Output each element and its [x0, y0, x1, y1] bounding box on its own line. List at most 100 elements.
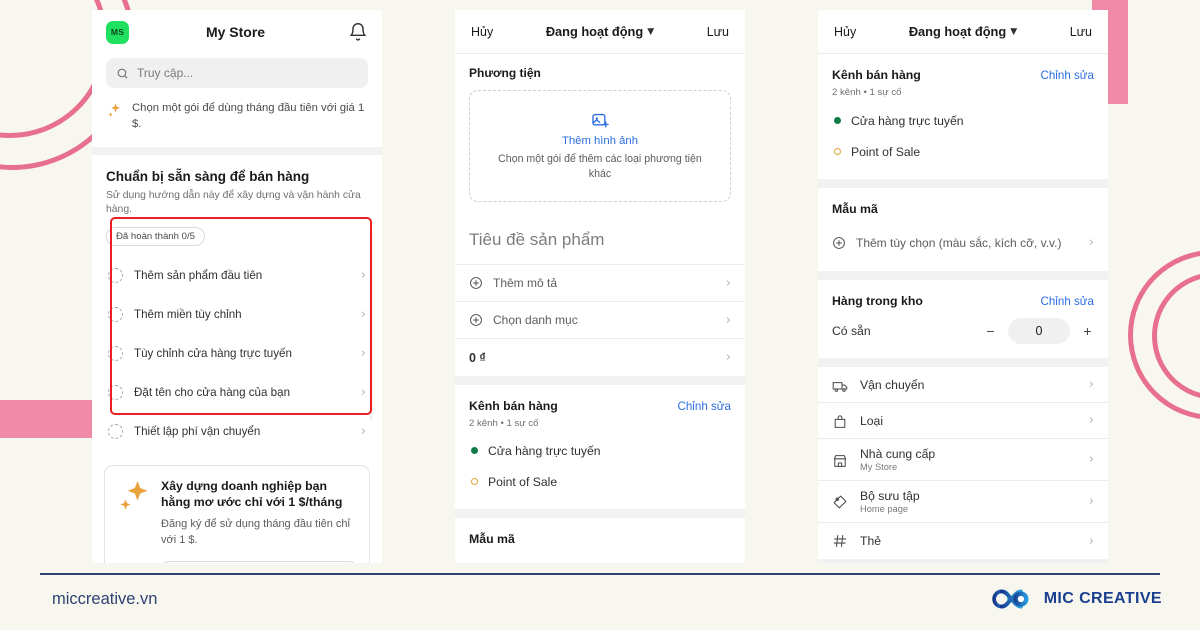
setup-task-label: Đặt tên cho cửa hàng của bạn: [134, 385, 291, 399]
inventory-edit-link[interactable]: Chỉnh sửa: [1040, 295, 1094, 308]
channel-status-dot: [834, 117, 841, 124]
variants-heading: Mẫu mã: [469, 532, 515, 546]
organization-row[interactable]: Vận chuyển ›: [818, 367, 1108, 403]
sales-channel-label: Cửa hàng trực tuyến: [488, 443, 601, 458]
store-search-wrap: Truy cập...: [92, 54, 382, 98]
store-home-panel: MS My Store Truy cập... Chọn một gói để …: [92, 10, 382, 563]
inventory-header: Hàng trong kho Chỉnh sửa: [818, 280, 1108, 310]
setup-task-item[interactable]: Tùy chỉnh cửa hàng trực tuyến ›: [92, 334, 382, 373]
task-incomplete-icon: [108, 345, 123, 361]
save-button[interactable]: Lưu: [707, 25, 729, 39]
add-option-row-c[interactable]: Thêm tùy chọn (màu sắc, kích cỡ, v.v.) ›: [818, 224, 1108, 261]
quantity-value[interactable]: 0: [1008, 318, 1070, 344]
chevron-right-icon: ›: [1088, 452, 1094, 467]
product-status-dropdown[interactable]: Đang hoạt động ▼: [493, 24, 706, 39]
store-title: My Store: [205, 24, 266, 40]
bell-icon[interactable]: [348, 22, 368, 42]
organization-row[interactable]: Nhà cung cấp My Store ›: [818, 439, 1108, 481]
chevron-right-icon: ›: [725, 350, 731, 365]
organization-list: Vận chuyển › Loại › Nhà cung cấp My Store › Bộ …: [818, 367, 1108, 559]
product-title-input[interactable]: Tiêu đề sản phẩm: [455, 218, 745, 265]
panel-c-spacer-2: [818, 261, 1108, 271]
organization-sublabel: Home page: [860, 504, 909, 514]
product-detail-label: Chọn danh mục: [493, 313, 578, 327]
variants-header-c: Mẫu mã: [818, 188, 1108, 218]
chevron-right-icon: ›: [725, 275, 731, 291]
chevron-right-icon: ›: [1088, 533, 1094, 549]
product-status-dropdown[interactable]: Đang hoạt động ▼: [856, 24, 1069, 39]
plan-promo-banner[interactable]: Chọn một gói để dùng tháng đầu tiên với …: [92, 98, 382, 147]
decorative-rect-left: [0, 400, 92, 438]
setup-progress-badge: Đã hoàn thành 0/5: [106, 226, 205, 246]
setup-guide-heading: Chuẩn bị sẵn sàng để bán hàng: [106, 168, 310, 184]
inventory-available-label: Có sẵn: [832, 324, 871, 338]
chevron-right-icon: ›: [360, 306, 366, 322]
plus-circle-icon: [470, 277, 482, 289]
sales-channels-subtitle: 2 kênh • 1 sự cố: [818, 87, 1108, 98]
setup-task-label: Thêm miền tùy chỉnh: [134, 307, 242, 321]
increment-button[interactable]: +: [1081, 323, 1094, 339]
panel-c-spacer-1: [818, 167, 1108, 179]
chevron-down-icon: ▼: [647, 26, 655, 37]
chevron-right-icon: ›: [1088, 377, 1094, 392]
organization-label: Bộ sưu tập: [860, 489, 920, 503]
media-heading: Phương tiện: [469, 66, 541, 80]
sales-channels-edit-link[interactable]: Chỉnh sửa: [677, 400, 731, 413]
product-status-label: Đang hoạt động: [908, 24, 1007, 39]
setup-task-item[interactable]: Thiết lập phí vận chuyển ›: [92, 412, 382, 451]
sales-channel-item[interactable]: Cửa hàng trực tuyến: [455, 435, 745, 466]
variants-heading: Mẫu mã: [832, 202, 878, 216]
upsell-card: Xây dựng doanh nghiệp bạn hằng mơ ước ch…: [104, 464, 370, 563]
sales-channel-item[interactable]: Cửa hàng trực tuyến: [818, 105, 1108, 136]
add-option-row-b[interactable]: Thêm tùy chọn (màu sắc, kích cỡ, v.v.) ›: [455, 554, 745, 563]
decrement-button[interactable]: −: [984, 323, 997, 339]
store-topbar: MS My Store: [92, 10, 382, 54]
product-detail-row[interactable]: Chọn danh mục ›: [455, 302, 745, 339]
panel-b-gap-2: [455, 509, 745, 518]
product-organization-panel: Hủy Đang hoạt động ▼ Lưu Kênh bán hàng C…: [818, 10, 1108, 563]
sales-channels-edit-link[interactable]: Chỉnh sửa: [1040, 69, 1094, 82]
organization-row[interactable]: Thẻ ›: [818, 523, 1108, 559]
product-price-row[interactable]: 0 ₫ ›: [455, 339, 745, 376]
sales-channel-item[interactable]: Point of Sale: [455, 466, 745, 497]
search-input[interactable]: Truy cập...: [106, 58, 368, 88]
tag-icon: [832, 494, 848, 510]
product-detail-row[interactable]: Thêm mô tả ›: [455, 265, 745, 302]
setup-guide-header: Chuẩn bị sẵn sàng để bán hàng Sử dụng hư…: [92, 154, 382, 256]
chevron-right-icon: ›: [1088, 413, 1094, 428]
panel-c-gap-3: [818, 358, 1108, 367]
chevron-right-icon: ›: [360, 423, 366, 439]
store-avatar-badge[interactable]: MS: [106, 20, 129, 44]
organization-header: Hủy Đang hoạt động ▼ Lưu: [818, 10, 1108, 54]
choose-plan-button[interactable]: Chọn một gói: [161, 560, 357, 563]
channel-status-dot: [834, 148, 841, 155]
save-button[interactable]: Lưu: [1070, 25, 1092, 39]
panel-c-gap-2: [818, 271, 1108, 280]
plan-promo-text: Chọn một gói để dùng tháng đầu tiên với …: [132, 102, 365, 131]
quantity-stepper[interactable]: − 0 +: [984, 318, 1094, 344]
organization-label: Thẻ: [860, 534, 882, 548]
decorative-ring-right-inner: [1152, 272, 1200, 400]
add-image-label: Thêm hình ảnh: [562, 134, 638, 147]
cancel-button[interactable]: Hủy: [834, 25, 856, 39]
sparkle-icon: [117, 478, 151, 563]
setup-task-item[interactable]: Thêm sản phẩm đầu tiên ›: [92, 256, 382, 295]
sales-channels-header-b: Kênh bán hàng Chỉnh sửa: [455, 385, 745, 415]
chevron-right-icon: ›: [1088, 494, 1094, 509]
media-dropzone[interactable]: Thêm hình ảnh Chọn một gói để thêm các l…: [469, 90, 731, 202]
organization-label: Nhà cung cấp: [860, 447, 936, 461]
upsell-body: Đăng ký để sử dụng tháng đầu tiên chỉ vớ…: [161, 518, 350, 546]
sparkle-icon: [106, 102, 123, 124]
organization-row[interactable]: Bộ sưu tập Home page ›: [818, 481, 1108, 523]
organization-row[interactable]: Loại ›: [818, 403, 1108, 439]
sales-channel-label: Cửa hàng trực tuyến: [851, 113, 964, 128]
chevron-down-icon: ▼: [1010, 26, 1018, 37]
sales-channel-item[interactable]: Point of Sale: [818, 136, 1108, 167]
setup-task-item[interactable]: Đặt tên cho cửa hàng của bạn ›: [92, 373, 382, 412]
footer-site-url[interactable]: miccreative.vn: [52, 590, 157, 609]
chevron-right-icon: ›: [1088, 235, 1094, 250]
cancel-button[interactable]: Hủy: [471, 25, 493, 39]
panel-b-spacer: [455, 497, 745, 509]
task-list-scrollbar[interactable]: [369, 232, 373, 420]
setup-task-item[interactable]: Thêm miền tùy chỉnh ›: [92, 295, 382, 334]
